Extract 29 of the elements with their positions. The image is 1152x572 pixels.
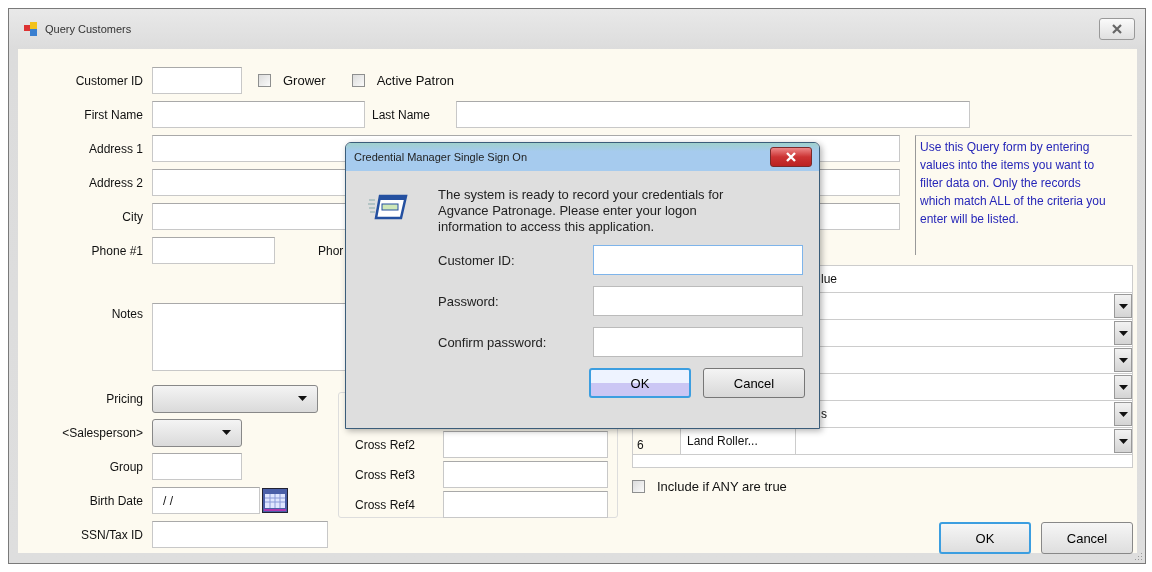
- field-label: Confirm password:: [438, 334, 548, 350]
- field-label: Cross Ref3: [355, 467, 417, 482]
- field-label: Notes: [110, 307, 143, 321]
- field-label: Password:: [438, 293, 500, 309]
- column-header: lue: [821, 272, 837, 286]
- dialog-title: Credential Manager Single Sign On: [354, 151, 528, 163]
- field-label: Phone #1: [90, 243, 143, 258]
- field-label: SSN/Tax ID: [80, 527, 143, 542]
- help-text: Use this Query form by entering values into the items you want to filter data on. Only the records which match ALL of the criteria you enter will be listed.: [915, 135, 1132, 255]
- field-label: Cross Ref2: [355, 437, 417, 452]
- field-label: First Name: [83, 107, 143, 122]
- field-label: Customer ID: [74, 73, 143, 88]
- field-label: Birth Date: [88, 493, 143, 508]
- field-label: City: [121, 209, 143, 224]
- field-label: <Salesperson>: [61, 425, 143, 440]
- field-label: Last Name: [372, 107, 432, 122]
- field-label: Customer ID:: [438, 252, 516, 268]
- dialog-message: The system is ready to record your credentials for Agvance Patronage. Please enter your logon information to access this application.: [438, 187, 725, 235]
- table-cell: 6: [633, 428, 681, 454]
- checkbox-label: Grower: [283, 73, 326, 88]
- field-label: Pricing: [105, 391, 143, 406]
- window-title: Query Customers: [45, 23, 132, 35]
- field-label: Group: [108, 459, 143, 474]
- field-label: Phor: [318, 243, 344, 258]
- checkbox-label: Include if ANY are true: [657, 478, 787, 494]
- field-label: Address 2: [87, 175, 143, 190]
- field-label: Address 1: [87, 141, 143, 156]
- field-label: Cross Ref4: [355, 497, 417, 512]
- checkbox-label: Active Patron: [376, 73, 454, 88]
